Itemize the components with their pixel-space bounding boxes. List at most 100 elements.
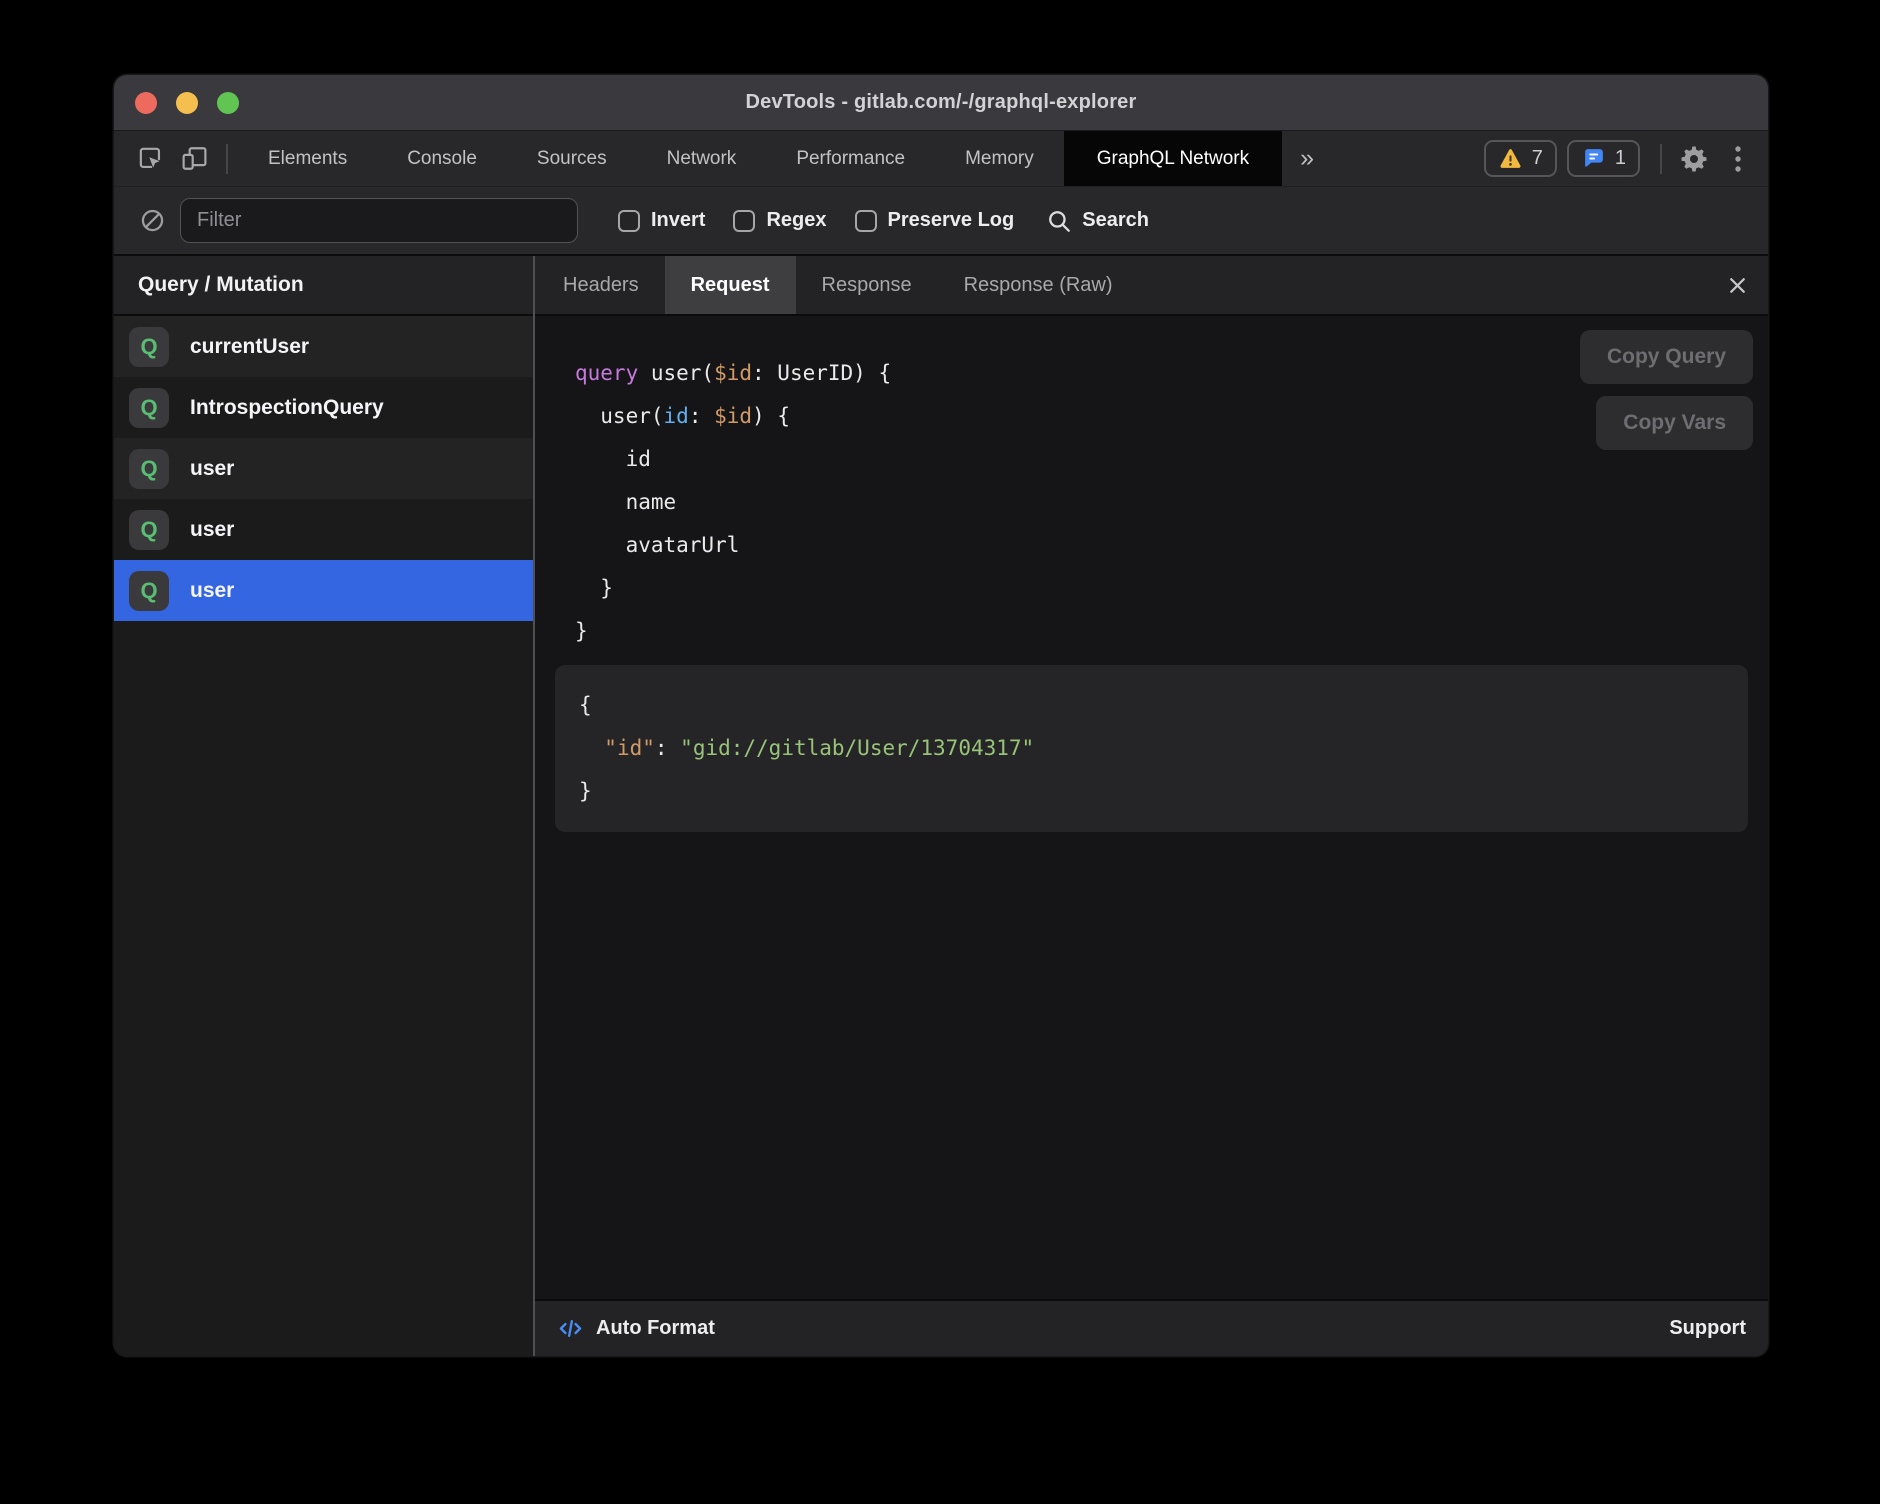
search-label: Search xyxy=(1082,209,1149,232)
message-bubble-icon xyxy=(1581,146,1606,171)
device-toolbar-button[interactable] xyxy=(172,131,216,186)
query-type-badge: Q xyxy=(129,571,169,611)
inspect-cursor-icon xyxy=(136,144,165,173)
devtools-tab-console[interactable]: Console xyxy=(377,131,507,186)
code-line: avatarUrl xyxy=(575,524,1748,567)
query-name-label: currentUser xyxy=(190,335,309,359)
query-type-badge: Q xyxy=(129,327,169,367)
inspect-element-button[interactable] xyxy=(128,131,172,186)
devtools-tab-performance[interactable]: Performance xyxy=(766,131,935,186)
network-filter-bar: Invert Regex Preserve Log Search xyxy=(114,186,1768,256)
code-line: { xyxy=(579,684,1724,727)
regex-checkbox-label: Regex xyxy=(766,209,826,232)
title-bar: DevTools - gitlab.com/-/graphql-explorer xyxy=(114,75,1768,131)
zoom-window-button[interactable] xyxy=(217,92,239,114)
devtools-window: DevTools - gitlab.com/-/graphql-explorer… xyxy=(114,75,1768,1356)
devtools-tabbar: ElementsConsoleSourcesNetworkPerformance… xyxy=(114,131,1768,186)
copy-query-button[interactable]: Copy Query xyxy=(1580,330,1753,384)
regex-checkbox[interactable]: Regex xyxy=(733,209,826,232)
copy-buttons: Copy Query Copy Vars xyxy=(1580,330,1753,450)
code-line: } xyxy=(575,567,1748,610)
search-icon xyxy=(1046,208,1072,234)
detail-tab-response-raw[interactable]: Response (Raw) xyxy=(938,256,1139,314)
invert-checkbox-label: Invert xyxy=(651,209,705,232)
issues-badge[interactable]: 1 xyxy=(1567,140,1640,177)
auto-format-button[interactable]: Auto Format xyxy=(596,1317,715,1340)
detail-tabs-host: HeadersRequestResponseResponse (Raw) xyxy=(537,256,1139,314)
detail-status-bar: Auto Format Support xyxy=(535,1299,1768,1356)
search-toggle[interactable]: Search xyxy=(1046,208,1149,234)
code-line: user(id: $id) { xyxy=(575,395,1748,438)
graphql-query-code: query user($id: UserID) { user(id: $id) … xyxy=(555,352,1748,653)
request-detail-panel: HeadersRequestResponseResponse (Raw) que… xyxy=(535,256,1768,1356)
copy-vars-button[interactable]: Copy Vars xyxy=(1596,396,1753,450)
devtools-tab-graphql-network[interactable]: GraphQL Network xyxy=(1064,131,1282,186)
invert-checkbox[interactable]: Invert xyxy=(618,209,705,232)
devtools-tab-sources[interactable]: Sources xyxy=(507,131,637,186)
code-line: id xyxy=(575,438,1748,481)
clear-requests-button[interactable] xyxy=(132,207,172,234)
warning-icon xyxy=(1498,146,1523,171)
window-title: DevTools - gitlab.com/-/graphql-explorer xyxy=(745,91,1136,114)
status-badges: 7 1 xyxy=(1484,131,1640,186)
detail-tab-strip: HeadersRequestResponseResponse (Raw) xyxy=(535,256,1768,316)
invert-checkbox-box[interactable] xyxy=(618,210,640,232)
customize-devtools-button[interactable] xyxy=(1716,131,1760,186)
warnings-count: 7 xyxy=(1532,147,1543,170)
regex-checkbox-box[interactable] xyxy=(733,210,755,232)
block-circle-icon xyxy=(139,207,166,234)
settings-button[interactable] xyxy=(1672,131,1716,186)
close-window-button[interactable] xyxy=(135,92,157,114)
preserve-log-checkbox[interactable]: Preserve Log xyxy=(855,209,1015,232)
devtools-tab-network[interactable]: Network xyxy=(637,131,767,186)
detail-tab-response[interactable]: Response xyxy=(796,256,938,314)
filter-input[interactable] xyxy=(180,198,578,243)
query-list-item-user-3[interactable]: Quser xyxy=(114,499,533,560)
auto-format-icon xyxy=(557,1315,584,1342)
main-split: Query / Mutation QcurrentUserQIntrospect… xyxy=(114,256,1768,1356)
close-icon xyxy=(1725,273,1750,298)
more-tabs-button[interactable]: » xyxy=(1282,131,1332,186)
query-list: QcurrentUserQIntrospectionQueryQuserQuse… xyxy=(114,316,533,621)
support-link[interactable]: Support xyxy=(1669,1317,1746,1340)
query-name-label: user xyxy=(190,518,234,542)
detail-tab-headers[interactable]: Headers xyxy=(537,256,665,314)
query-list-header: Query / Mutation xyxy=(114,256,533,316)
query-type-badge: Q xyxy=(129,388,169,428)
close-detail-button[interactable] xyxy=(1706,256,1768,314)
graphql-variables-box: { "id": "gid://gitlab/User/13704317"} xyxy=(555,665,1748,832)
minimize-window-button[interactable] xyxy=(176,92,198,114)
code-line: "id": "gid://gitlab/User/13704317" xyxy=(579,727,1724,770)
code-line: query user($id: UserID) { xyxy=(575,352,1748,395)
detail-tab-request[interactable]: Request xyxy=(665,256,796,314)
query-list-item-currentuser-0[interactable]: QcurrentUser xyxy=(114,316,533,377)
device-toolbar-icon xyxy=(180,144,209,173)
request-tab-content: query user($id: UserID) { user(id: $id) … xyxy=(535,316,1768,1299)
query-list-panel: Query / Mutation QcurrentUserQIntrospect… xyxy=(114,256,533,1356)
traffic-lights xyxy=(135,75,239,130)
devtools-tab-elements[interactable]: Elements xyxy=(238,131,377,186)
devtools-tab-memory[interactable]: Memory xyxy=(935,131,1064,186)
query-type-badge: Q xyxy=(129,510,169,550)
query-type-badge: Q xyxy=(129,449,169,489)
gear-icon xyxy=(1679,144,1709,174)
code-line: } xyxy=(575,610,1748,653)
issues-count: 1 xyxy=(1615,147,1626,170)
query-name-label: IntrospectionQuery xyxy=(190,396,384,420)
vertical-dots-icon xyxy=(1733,144,1743,174)
query-list-item-user-2[interactable]: Quser xyxy=(114,438,533,499)
toolbar-divider xyxy=(226,144,228,174)
toolbar-divider-2 xyxy=(1660,144,1662,174)
devtools-tab-strip: ElementsConsoleSourcesNetworkPerformance… xyxy=(238,131,1282,186)
query-list-item-user-4[interactable]: Quser xyxy=(114,560,533,621)
query-name-label: user xyxy=(190,579,234,603)
warnings-badge[interactable]: 7 xyxy=(1484,140,1557,177)
query-name-label: user xyxy=(190,457,234,481)
preserve-log-checkbox-box[interactable] xyxy=(855,210,877,232)
toolbar-menu-buttons xyxy=(1672,131,1760,186)
preserve-log-checkbox-label: Preserve Log xyxy=(888,209,1015,232)
code-line: } xyxy=(579,770,1724,813)
filter-checkboxes: Invert Regex Preserve Log xyxy=(618,209,1014,232)
tabbar-spacer xyxy=(1332,131,1484,186)
query-list-item-introspectionquery-1[interactable]: Q IntrospectionQuery xyxy=(114,377,533,438)
